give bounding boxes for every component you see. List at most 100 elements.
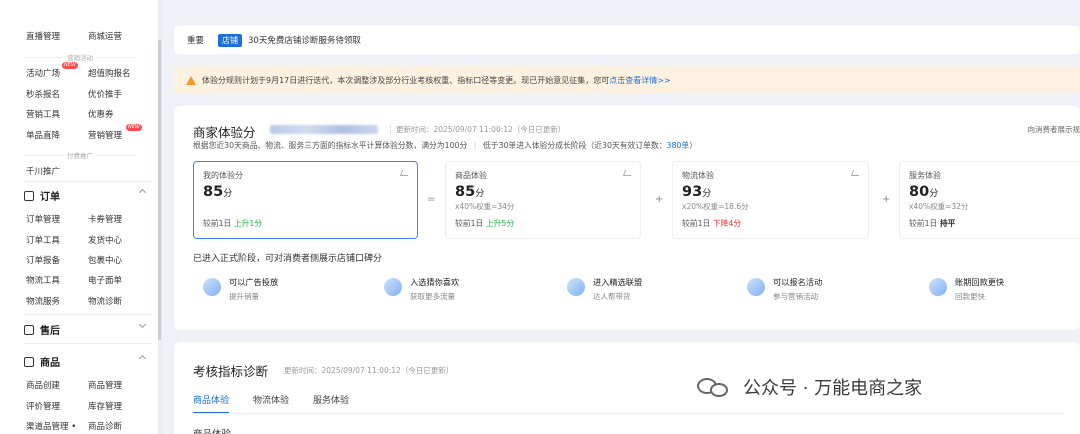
sidebar-item-mall[interactable]: 商城运营: [88, 30, 150, 42]
trend-chart-icon[interactable]: [399, 170, 411, 176]
sidebar-item-order-mgmt[interactable]: 订单管理: [26, 213, 88, 225]
sidebar-item-package[interactable]: 包裹中心: [88, 254, 150, 266]
sidebar-item-super-value[interactable]: 超值购报名: [88, 67, 150, 79]
section-label: 售后: [40, 326, 60, 337]
hot-badge: NEW: [126, 124, 142, 131]
sidebar-item-order-report[interactable]: 订单报备: [26, 254, 88, 266]
ads-icon: [203, 278, 221, 296]
sidebar-item-order-tools[interactable]: 订单工具: [26, 234, 88, 246]
sidebar-item-product-diagnosis[interactable]: 商品诊断: [88, 420, 150, 432]
sidebar-item-channel-product[interactable]: 渠道品管理 •: [26, 420, 88, 432]
section-aftersale[interactable]: 售后: [24, 320, 147, 337]
sidebar-item-live[interactable]: 直播管理: [26, 30, 88, 42]
section-label: 订单: [40, 192, 60, 203]
notice-label: 重要: [187, 36, 205, 46]
metric-weight: x40%权重=34分: [455, 202, 515, 211]
diagnosis-subtitle: 商品体验: [193, 426, 231, 434]
perk-title: 可以广告投放: [229, 277, 279, 287]
perk-sub: 参与营销活动: [773, 292, 818, 301]
warning-icon: [186, 75, 196, 85]
sidebar-row: 直播管理 商城运营: [26, 30, 150, 42]
perk-activity: 可以报名活动 参与营销活动: [747, 276, 822, 302]
sidebar-item-coupons[interactable]: 优惠券: [88, 108, 150, 120]
perk-sub: 回款更快: [955, 292, 985, 301]
sidebar-row: 订单管理 卡券管理: [26, 213, 150, 225]
metric-compare: 较前1日 上升1分: [203, 219, 263, 228]
warning-text: 体验分规则计划于9月17日进行迭代，本次调整涉及部分行业考核权重、指标口径等变更…: [202, 75, 610, 85]
metric-label: 商品体验: [455, 171, 487, 180]
sidebar-row: 活动广场 NEW 超值购报名: [26, 62, 150, 79]
group-label-ads: 付费推广: [0, 150, 160, 160]
sidebar-row: 秒杀报名 优价推手: [26, 88, 150, 100]
metric-label: 物流体验: [682, 171, 714, 180]
notice-bar[interactable]: 重要 店铺 30天免费店铺诊断服务待领取: [174, 26, 1080, 54]
sidebar-item-review-mgmt[interactable]: 评价管理: [26, 400, 88, 412]
recommend-icon: [384, 278, 402, 296]
sidebar-item-logistics-diagnosis[interactable]: 物流诊断: [88, 295, 150, 307]
diagnosis-update-time: 更新时间：2025/09/07 11:00:12（今日已更新）: [284, 366, 454, 375]
chevron-down-icon[interactable]: [138, 320, 147, 329]
show-to-consumer-link[interactable]: 向消费者展示规: [1028, 124, 1080, 135]
card-title: 商家体验分: [193, 125, 256, 140]
update-time: 更新时间：2025/09/07 11:00:12（今日已更新）: [389, 125, 566, 134]
watermark-text: 公众号 · 万能电商之家: [743, 378, 923, 399]
sidebar-scrollbar[interactable]: [158, 0, 161, 434]
payment-icon: [929, 278, 947, 296]
sidebar-item-logistics-service[interactable]: 物流服务: [26, 295, 88, 307]
desc-prefix: 根据您近30天商品、物流、服务三方面的指标水平计算体验分数，满分为100分: [193, 141, 468, 150]
sidebar-row: 评价管理 库存管理: [26, 400, 150, 412]
metric-card-service[interactable]: 服务体验 80分 x40%权重=32分 较前1日 持平: [899, 161, 1080, 239]
operator-plus: +: [882, 194, 891, 205]
metric-card-logistics[interactable]: 物流体验 93分 x20%权重=18.6分 较前1日 下降4分: [672, 161, 869, 239]
sidebar-item-shipping[interactable]: 发货中心: [88, 234, 150, 246]
sidebar-item-product-create[interactable]: 商品创建: [26, 379, 88, 391]
trend-chart-icon[interactable]: [850, 170, 862, 176]
perk-payment: 账期回款更快 回款更快: [929, 276, 1004, 302]
blurred-shop-name: [270, 125, 378, 134]
product-icon: [24, 356, 34, 367]
tab-product[interactable]: 商品体验: [193, 393, 230, 414]
tab-service[interactable]: 服务体验: [313, 393, 349, 406]
chevron-up-icon[interactable]: [138, 354, 147, 363]
metric-value: 85分: [203, 184, 233, 200]
sidebar-item-marketing-mgmt[interactable]: 营销管理 NEW: [88, 124, 150, 141]
scrollbar-thumb[interactable]: [158, 40, 161, 340]
watermark: 公众号 · 万能电商之家: [697, 374, 922, 400]
warning-detail-link[interactable]: 点击查看详情>>: [609, 75, 670, 86]
sidebar-item-flash-sale[interactable]: 秒杀报名: [26, 88, 88, 100]
sidebar-item-price-drop[interactable]: 单品直降: [26, 129, 88, 141]
trend-chart-icon[interactable]: [622, 170, 634, 176]
section-products[interactable]: 商品: [24, 354, 147, 369]
divider: [24, 343, 152, 344]
sidebar-item-inventory[interactable]: 库存管理: [88, 400, 150, 412]
sidebar-item-e-waybill[interactable]: 电子面单: [88, 274, 150, 286]
perk-title: 账期回款更快: [955, 277, 1005, 287]
sidebar-row: 订单工具 发货中心: [26, 234, 150, 246]
divider: [24, 181, 152, 182]
metric-card-product[interactable]: 商品体验 85分 x40%权重=34分 较前1日 上升5分: [445, 161, 641, 239]
sidebar-row: 渠道品管理 • 商品诊断: [26, 420, 150, 432]
tab-logistics[interactable]: 物流体验: [253, 393, 289, 406]
metric-compare: 较前1日 持平: [909, 219, 956, 228]
section-orders[interactable]: 订单: [24, 188, 147, 203]
metric-card-total[interactable]: 我的体验分 85分 较前1日 上升1分: [193, 161, 418, 239]
shield-icon: [24, 324, 34, 335]
chevron-up-icon[interactable]: [138, 188, 147, 197]
sidebar-item-marketing-tools[interactable]: 营销工具: [26, 108, 88, 120]
notice-tag: 店铺: [218, 33, 243, 47]
warning-bar: 体验分规则计划于9月17日进行迭代，本次调整涉及部分行业考核权重、指标口径等变更…: [174, 66, 1080, 94]
alliance-icon: [567, 278, 585, 296]
notice-text[interactable]: 30天免费店铺诊断服务待领取: [248, 34, 361, 46]
metric-compare: 较前1日 下降4分: [682, 219, 742, 228]
sidebar-item-logistics-tools[interactable]: 物流工具: [26, 274, 88, 286]
sidebar-item-price-push[interactable]: 优价推手: [88, 88, 150, 100]
sidebar-row: 物流工具 电子面单: [26, 274, 150, 286]
operator-plus: +: [655, 194, 664, 205]
sidebar-item-card-mgmt[interactable]: 卡券管理: [88, 213, 150, 225]
desc-mid: 低于30单进入体验分成长阶段（近30天有效订单数：: [482, 141, 667, 150]
sidebar-item-activity[interactable]: 活动广场 NEW: [26, 62, 88, 79]
experience-score-card: 商家体验分 更新时间：2025/09/07 11:00:12（今日已更新） 向消…: [174, 106, 1080, 330]
sidebar-item-product-mgmt[interactable]: 商品管理: [88, 379, 150, 391]
sidebar-item-qianchuan[interactable]: 千川推广: [26, 165, 60, 177]
diagnosis-tabs: 商品体验 物流体验 服务体验: [193, 393, 349, 414]
